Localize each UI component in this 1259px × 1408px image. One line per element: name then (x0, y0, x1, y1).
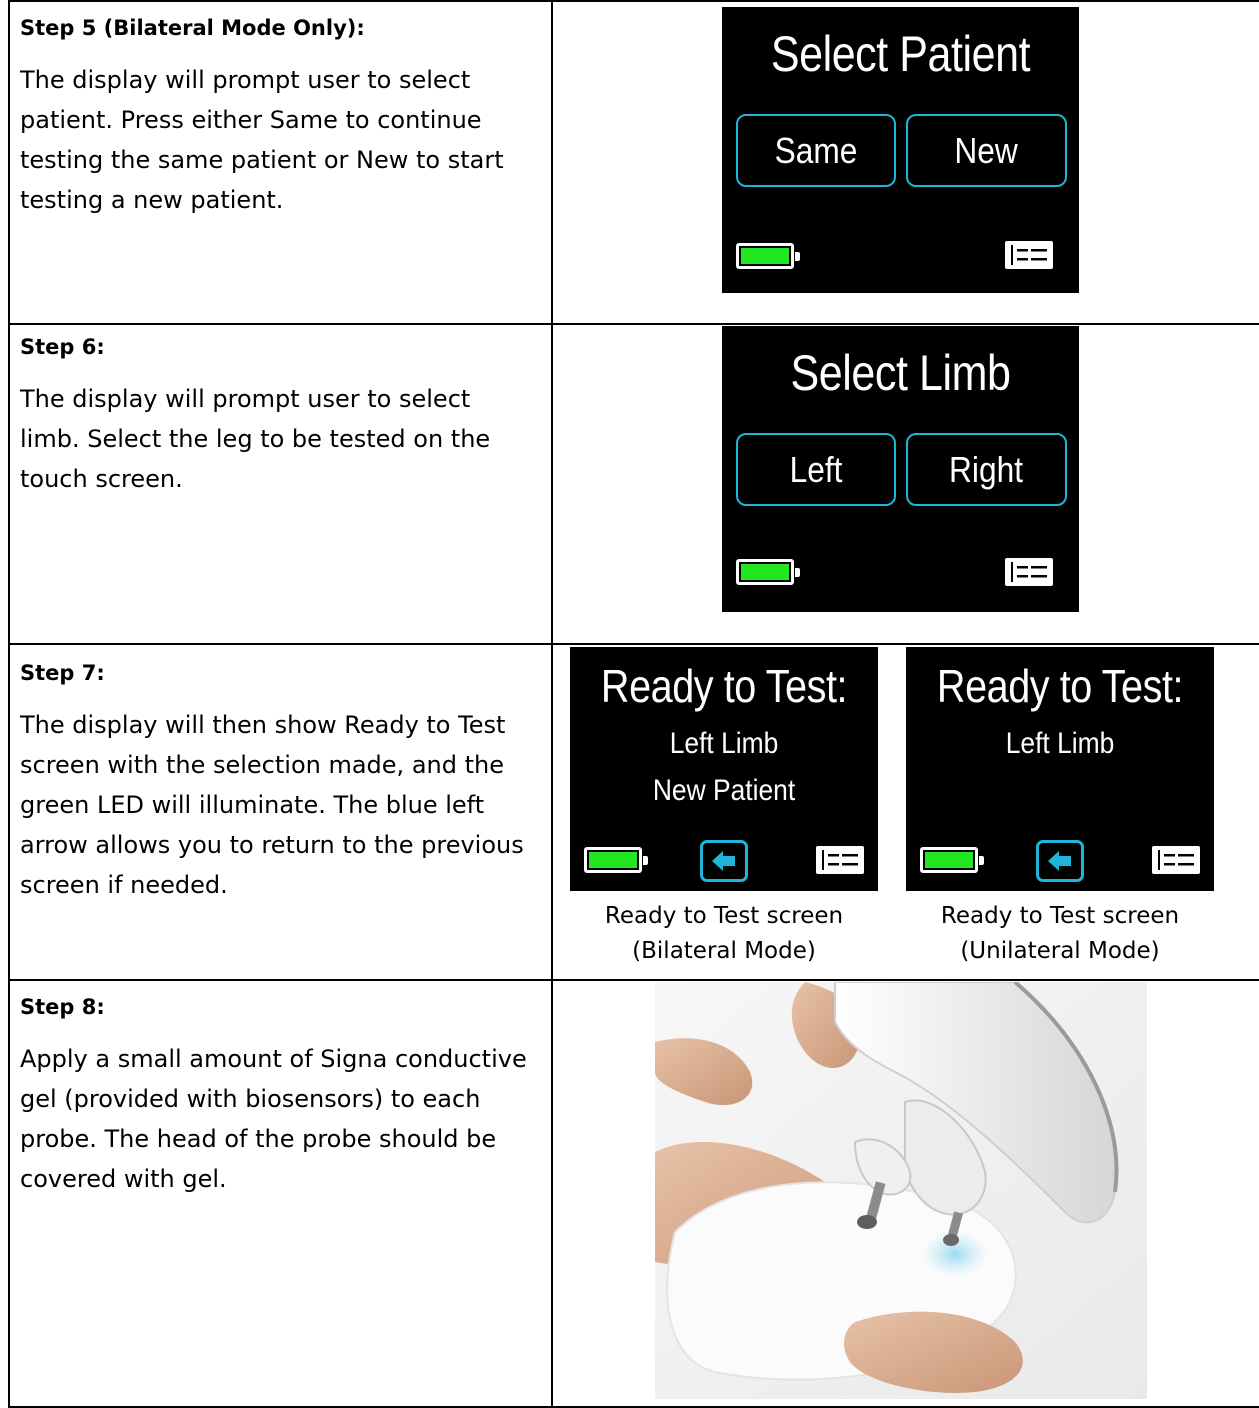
limb-label: Left Limb (1005, 727, 1115, 760)
menu-icon[interactable] (1152, 846, 1200, 874)
column-divider (551, 981, 553, 1406)
step-8-body: Apply a small amount of Signa conductive… (20, 1045, 527, 1193)
patient-label: New Patient (652, 774, 796, 807)
screen-title: Select Limb (790, 345, 1011, 401)
step-8-text-cell: Step 8: Apply a small amount of Signa co… (20, 993, 530, 1199)
menu-icon[interactable] (1005, 241, 1053, 269)
back-arrow-icon[interactable] (700, 840, 748, 882)
menu-icon[interactable] (1005, 558, 1053, 586)
column-divider (551, 325, 553, 643)
unilateral-caption: Ready to Test screen (Unilateral Mode) (940, 903, 1180, 964)
step-6-text-cell: Step 6: The display will prompt user to … (20, 333, 530, 499)
bilateral-caption: Ready to Test screen (Bilateral Mode) (604, 903, 844, 964)
right-button[interactable]: Right (906, 433, 1067, 506)
probe-gel-photo (655, 982, 1147, 1399)
screen-title: Ready to Test: (600, 660, 848, 712)
step-5-text-cell: Step 5 (Bilateral Mode Only): The displa… (20, 14, 530, 220)
step-5-body: The display will prompt user to select p… (20, 66, 504, 214)
ready-to-test-bilateral-screen: Ready to Test: Left Limb New Patient (570, 647, 878, 891)
battery-icon (736, 243, 800, 269)
step-6-title: Step 6: (20, 335, 105, 359)
same-button[interactable]: Same (736, 114, 896, 187)
ready-to-test-unilateral-screen: Ready to Test: Left Limb (906, 647, 1214, 891)
step-8-title: Step 8: (20, 995, 105, 1019)
step-7-body: The display will then show Ready to Test… (20, 711, 524, 899)
column-divider (551, 2, 553, 323)
step-7-title: Step 7: (20, 661, 105, 685)
battery-icon (920, 847, 984, 873)
battery-icon (736, 559, 800, 585)
select-limb-screen: Select Limb Left Right (722, 326, 1079, 612)
back-arrow-icon[interactable] (1036, 840, 1084, 882)
left-button[interactable]: Left (736, 433, 896, 506)
probe-gel-illustration (655, 982, 1147, 1399)
limb-label: Left Limb (669, 727, 779, 760)
step-5-title: Step 5 (Bilateral Mode Only): (20, 16, 365, 40)
screen-title: Ready to Test: (936, 660, 1184, 712)
battery-icon (584, 847, 648, 873)
menu-icon[interactable] (816, 846, 864, 874)
select-patient-screen: Select Patient Same New (722, 7, 1079, 293)
new-button[interactable]: New (906, 114, 1067, 187)
step-6-body: The display will prompt user to select l… (20, 385, 491, 493)
column-divider (551, 645, 553, 979)
screen-title: Select Patient (770, 26, 1031, 82)
step-7-text-cell: Step 7: The display will then show Ready… (20, 659, 530, 905)
